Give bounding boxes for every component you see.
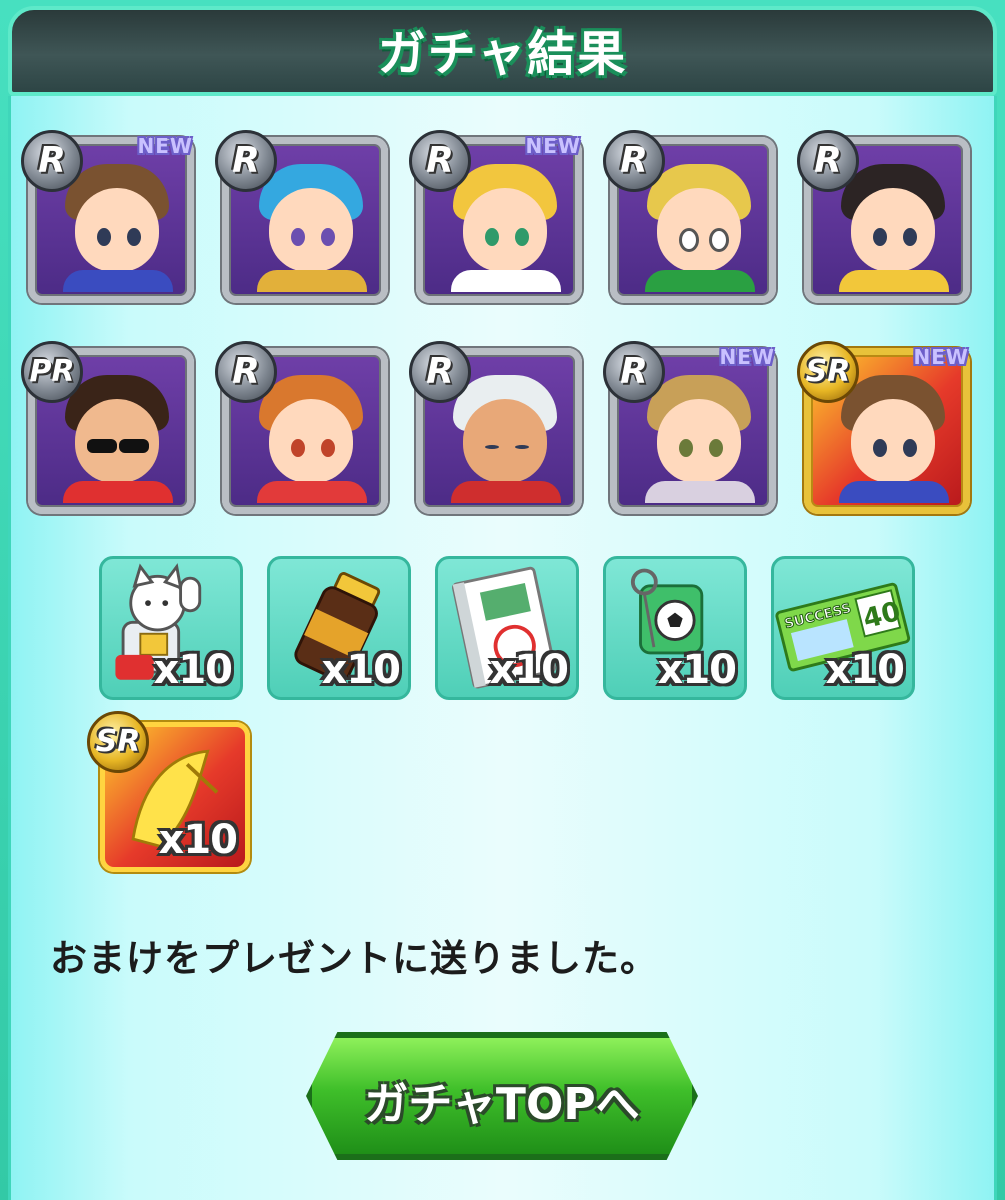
- gacha-top-button[interactable]: ガチャTOPへ: [306, 1032, 698, 1160]
- item-quantity: x10: [158, 817, 238, 863]
- page-title: ガチャ結果: [377, 26, 628, 82]
- rarity-badge: SR: [797, 341, 859, 403]
- rarity-badge: R: [215, 130, 277, 192]
- new-label: NEW: [525, 134, 581, 158]
- item-tile[interactable]: x10: [99, 556, 243, 700]
- rarity-badge: R: [603, 341, 665, 403]
- item-tile[interactable]: x10: [603, 556, 747, 700]
- rarity-badge: R: [21, 130, 83, 192]
- item-quantity: x10: [489, 647, 569, 693]
- bonus-message: おまけをプレゼントに送りました。: [50, 937, 658, 980]
- item-tile[interactable]: x10: [435, 556, 579, 700]
- rarity-badge: PR: [21, 341, 83, 403]
- bonus-item-tile[interactable]: SR x10: [87, 711, 250, 872]
- item-tile[interactable]: x10: [267, 556, 411, 700]
- item-quantity: x10: [153, 647, 233, 693]
- character-card[interactable]: R: [409, 341, 582, 514]
- rarity-badge: R: [797, 130, 859, 192]
- character-card[interactable]: R: [215, 130, 388, 303]
- character-card[interactable]: R: [215, 341, 388, 514]
- item-tile[interactable]: SUCCESS 40 x10: [771, 556, 915, 700]
- rarity-badge: SR: [87, 711, 149, 773]
- character-card[interactable]: R: [603, 130, 776, 303]
- item-quantity: x10: [657, 647, 737, 693]
- item-quantity: x10: [825, 647, 905, 693]
- character-card[interactable]: PR: [21, 341, 194, 514]
- character-card[interactable]: R NEW: [603, 341, 776, 514]
- character-card[interactable]: SR NEW: [797, 341, 970, 514]
- rarity-badge: R: [409, 130, 471, 192]
- character-card[interactable]: R NEW: [21, 130, 194, 303]
- new-label: NEW: [719, 345, 775, 369]
- character-card[interactable]: R: [797, 130, 970, 303]
- character-card[interactable]: R NEW: [409, 130, 582, 303]
- new-label: NEW: [913, 345, 969, 369]
- rarity-badge: R: [603, 130, 665, 192]
- gacha-top-button-label: ガチャTOPへ: [364, 1079, 640, 1130]
- item-quantity: x10: [321, 647, 401, 693]
- rarity-badge: R: [409, 341, 471, 403]
- new-label: NEW: [137, 134, 193, 158]
- rarity-badge: R: [215, 341, 277, 403]
